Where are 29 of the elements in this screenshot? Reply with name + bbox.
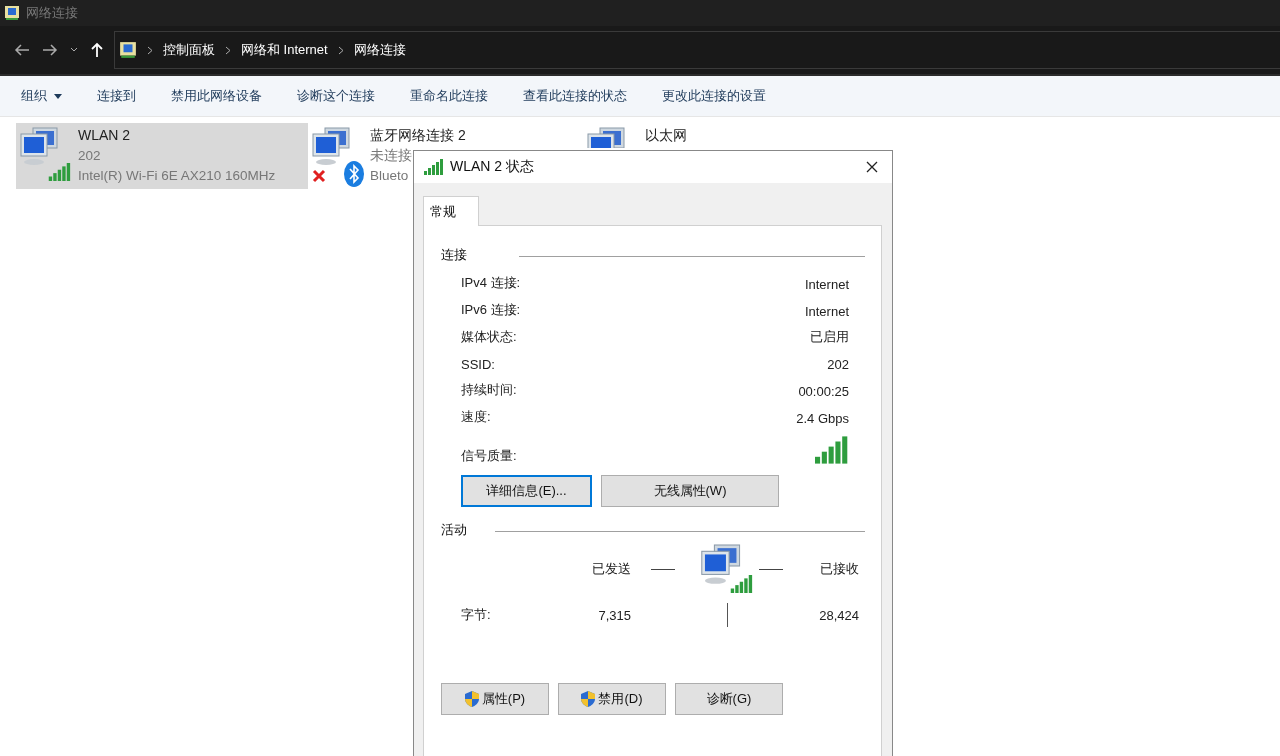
group-heading: 活动	[441, 521, 467, 539]
field-label: 信号质量:	[461, 447, 517, 465]
connection-detail: 未连接	[370, 147, 413, 164]
field-label: 持续时间:	[461, 381, 517, 399]
connection-detail: Blueto	[370, 167, 410, 184]
sent-label: 已发送	[592, 560, 631, 578]
bytes-sent: 7,315	[598, 607, 631, 623]
group-heading: 连接	[441, 246, 467, 264]
bytes-label: 字节:	[461, 606, 492, 624]
connection-name: WLAN 2	[78, 127, 132, 144]
received-label: 已接收	[820, 560, 859, 578]
field-label: 速度:	[461, 408, 491, 426]
dialog-title: WLAN 2 状态	[450, 158, 535, 176]
connection-detail: 202	[78, 147, 102, 164]
field-value: Internet	[804, 304, 849, 319]
field-label: SSID:	[461, 357, 495, 372]
field-value: 202	[827, 357, 849, 372]
bytes-received: 28,424	[819, 607, 859, 623]
field-label: 媒体状态:	[461, 328, 517, 346]
connection-name: 以太网	[645, 127, 687, 144]
connection-detail: Intel(R) Wi-Fi 6E AX210 160MHz	[78, 167, 276, 184]
field-label: IPv6 连接:	[461, 301, 521, 319]
field-label: IPv4 连接:	[461, 274, 521, 292]
field-value: 00:00:25	[798, 384, 849, 399]
connection-name: 蓝牙网络连接 2	[370, 127, 466, 144]
field-value: Internet	[804, 277, 849, 292]
field-value: 已启用	[810, 328, 849, 346]
window-title: 网络连接	[26, 4, 78, 22]
field-value: 2.4 Gbps	[796, 411, 849, 426]
